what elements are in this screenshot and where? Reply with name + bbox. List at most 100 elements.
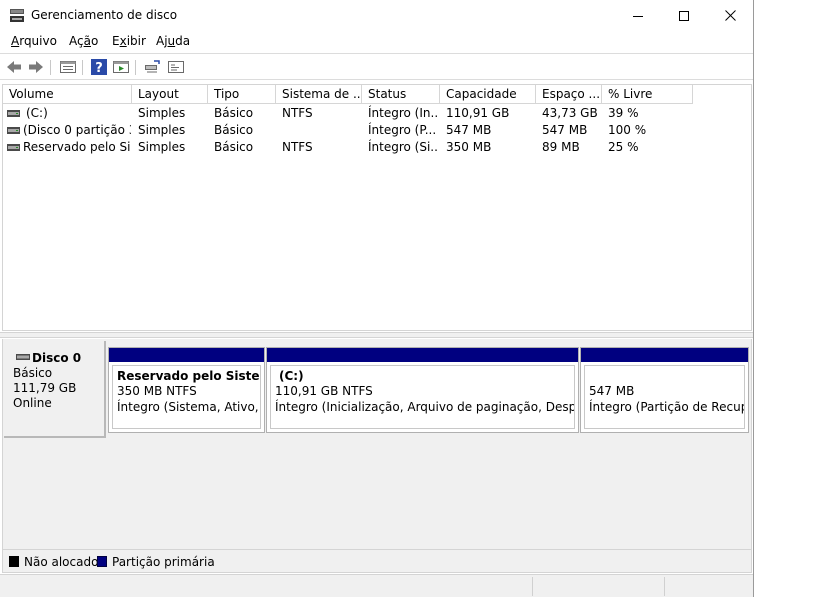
svg-text:?: ? [95,61,103,76]
menu-text: ibir [126,34,146,48]
column-header-sistema[interactable]: Sistema de ... [276,85,362,104]
menu-accelerator: A [11,34,20,48]
settings-icon[interactable] [167,58,185,76]
partition-size: 110,91 GB NTFS [275,384,373,398]
table-row[interactable]: (C:) Simples Básico NTFS Íntegro (In... … [3,105,751,122]
table-row[interactable]: Reservado pelo Sis... Simples Básico NTF… [3,139,751,156]
close-button[interactable] [707,0,753,31]
disk-0-label[interactable]: Disco 0 Básico 111,79 GB Online [4,341,106,438]
column-header-tipo[interactable]: Tipo [208,85,276,104]
partition-status: Íntegro (Sistema, Ativo, Par [117,400,260,414]
window-title: Gerenciamento de disco [31,8,178,22]
table-row[interactable]: (Disco 0 partição 3) Simples Básico Ínte… [3,122,751,139]
volume-list[interactable]: Volume Layout Tipo Sistema de ... Status… [2,84,752,331]
minimize-icon [633,15,643,17]
partition-system-reserved[interactable]: Reservado pelo Sistema 350 MB NTFS Ínteg… [108,347,265,433]
cell-livre: 25 % [608,140,639,154]
pane-splitter[interactable] [0,332,753,338]
cell-volume: (Disco 0 partição 3) [23,123,131,137]
column-header-espaco[interactable]: Espaço ... [536,85,602,104]
partition-body: 547 MB Íntegro (Partição de Recupera [584,365,745,429]
forward-icon[interactable] [27,58,45,76]
rescan-icon[interactable] [143,58,161,76]
column-header-livre[interactable]: % Livre [602,85,693,104]
menu-arquivo[interactable]: Arquivo [11,34,57,48]
menu-text: o [90,34,99,48]
cell-sistema [282,122,360,139]
menu-ajuda[interactable]: Ajuda [156,34,190,48]
properties-list-icon[interactable] [59,58,77,76]
cell-layout: Simples [138,106,186,120]
partition-size: 350 MB NTFS [117,384,197,398]
cell-capacidade: 350 MB [446,140,492,154]
cell-capacidade: 110,91 GB [446,106,510,120]
cell-status: Íntegro (In... [368,106,438,120]
menu-accelerator: x [119,34,127,48]
disk-status: Online [13,396,52,410]
status-divider [532,577,533,596]
partition-c-drive[interactable]: (C:) 110,91 GB NTFS Íntegro (Inicializaç… [266,347,579,433]
partition-size: 547 MB [589,384,635,398]
legend-swatch-primary [97,556,107,567]
cell-espaco: 547 MB [542,123,588,137]
menu-exibir[interactable]: Exibir [112,34,146,48]
cell-espaco: 43,73 GB [542,106,598,120]
cell-sistema: NTFS [282,106,313,120]
column-header-capacidade[interactable]: Capacidade [440,85,536,104]
cell-volume: Reservado pelo Sis... [23,140,131,154]
back-icon[interactable] [5,58,23,76]
cell-status: Íntegro (P... [368,123,437,137]
partition-type-bar [581,348,748,362]
partition-body: Reservado pelo Sistema 350 MB NTFS Ínteg… [112,365,261,429]
volume-drive-icon [7,127,20,134]
menu-accelerator: ã [83,34,91,48]
cell-sistema: NTFS [282,140,313,154]
partition-status: Íntegro (Inicialização, Arquivo de pagin… [275,400,574,414]
close-icon [724,10,736,21]
volume-drive-icon [7,110,20,117]
cell-layout: Simples [138,140,186,154]
menu-bar: Arquivo Ação Exibir Ajuda [0,31,753,52]
menu-text: E [112,34,120,48]
cell-livre: 39 % [608,106,639,120]
status-bar [0,574,753,597]
partition-body: (C:) 110,91 GB NTFS Íntegro (Inicializaç… [270,365,575,429]
cell-volume: (C:) [26,106,48,120]
menu-accelerator: u [167,34,176,48]
cell-tipo: Básico [214,140,254,154]
disk-management-window: Gerenciamento de disco Arquivo Ação Exib… [0,0,754,597]
cell-tipo: Básico [214,106,254,120]
title-bar: Gerenciamento de disco [0,0,753,31]
cell-status: Íntegro (Si... [368,140,438,154]
toolbar-separator [82,60,83,75]
toolbar-separator [50,60,51,75]
column-header-layout[interactable]: Layout [132,85,208,104]
cell-tipo: Básico [214,123,254,137]
partition-title: Reservado pelo Sistema [117,369,260,383]
partition-recovery[interactable]: 547 MB Íntegro (Partição de Recupera [580,347,749,433]
partition-type-bar [109,348,264,362]
cell-layout: Simples [138,123,186,137]
cell-capacidade: 547 MB [446,123,492,137]
disk-name: Disco 0 [32,351,82,365]
disk-type: Básico [13,366,53,380]
partition-title: (C:) [279,369,304,383]
cell-livre: 100 % [608,123,647,137]
volume-drive-icon [7,144,20,151]
legend-label-primary: Partição primária [112,555,215,569]
menu-text: Aç [69,34,84,48]
disk-size: 111,79 GB [13,381,77,395]
maximize-button[interactable] [661,0,707,31]
help-icon[interactable]: ? [90,58,108,76]
menu-acao[interactable]: Ação [69,34,98,48]
menu-text: da [175,34,191,48]
maximize-icon [679,10,689,21]
legend-label-unallocated: Não alocado [24,555,99,569]
toolbar-separator [135,60,136,75]
graphical-disk-view: Disco 0 Básico 111,79 GB Online Reservad… [2,339,752,549]
action-pane-icon[interactable] [112,58,130,76]
column-header-status[interactable]: Status [362,85,440,104]
minimize-button[interactable] [615,0,661,31]
column-header-volume[interactable]: Volume [3,85,132,104]
partition-type-bar [267,348,578,362]
